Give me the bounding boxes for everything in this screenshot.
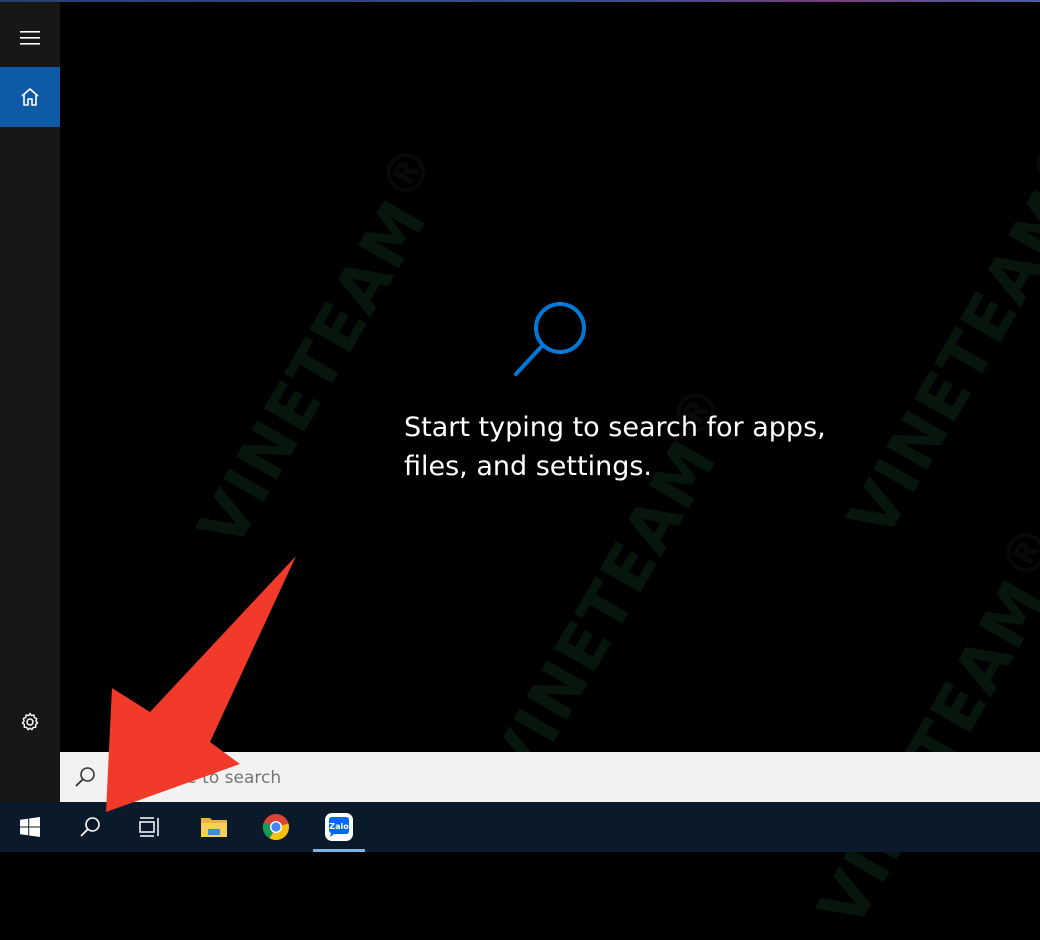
windows-start-icon [20,817,40,837]
file-explorer-icon [201,818,227,837]
task-view-icon [139,817,159,837]
watermark: VINETEAM® [792,512,1040,940]
taskbar-search-button[interactable] [64,802,116,852]
search-box[interactable] [60,752,1040,802]
home-button[interactable] [0,67,60,127]
taskbar: Zalo [0,802,1040,852]
settings-button[interactable] [0,692,60,752]
search-sidebar [0,2,60,802]
hamburger-menu-button[interactable] [0,8,60,68]
start-button[interactable] [4,802,56,852]
watermark: VINETEAM® [834,177,1040,550]
search-icon [80,817,100,837]
zalo-icon: Zalo [325,813,353,841]
search-hint-text: Start typing to search for apps, files, … [404,412,826,482]
chrome-button[interactable] [250,802,302,852]
gear-icon [21,712,39,731]
file-explorer-button[interactable] [188,802,240,852]
search-icon [75,767,95,787]
home-icon [21,88,39,106]
zalo-button[interactable]: Zalo [313,802,365,852]
task-view-button[interactable] [124,802,176,852]
zalo-icon-label: Zalo [329,822,349,831]
search-results-pane: VINETEAM® VINETEAM® VINETEAM® VINETEAM® … [60,2,1040,940]
search-icon [514,302,586,376]
chrome-icon [262,814,289,841]
watermark: VINETEAM® [184,187,443,560]
search-input[interactable] [112,762,716,794]
hamburger-menu-icon [20,31,40,45]
